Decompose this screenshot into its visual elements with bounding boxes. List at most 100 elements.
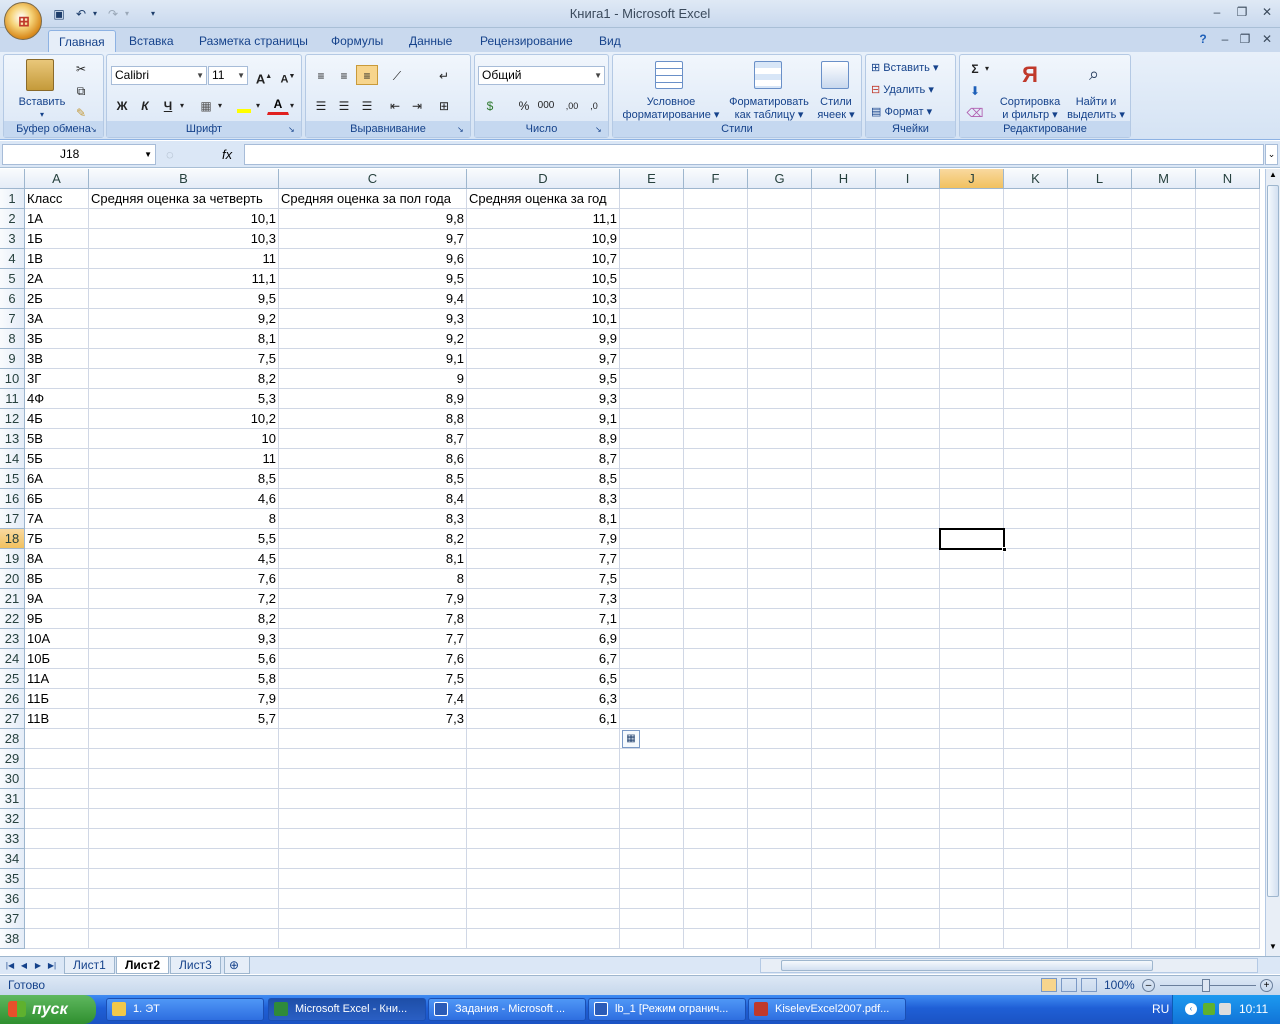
- cell[interactable]: [620, 489, 684, 509]
- row-header[interactable]: 2: [0, 209, 25, 229]
- class-cell[interactable]: 11А: [25, 669, 89, 689]
- cell[interactable]: [812, 629, 876, 649]
- cell[interactable]: [940, 569, 1004, 589]
- value-cell[interactable]: 9,5: [467, 369, 620, 389]
- cell[interactable]: [940, 769, 1004, 789]
- cell[interactable]: [812, 249, 876, 269]
- cell[interactable]: [620, 289, 684, 309]
- cell[interactable]: [620, 569, 684, 589]
- cell[interactable]: [876, 629, 940, 649]
- row-header[interactable]: 34: [0, 849, 25, 869]
- cell[interactable]: [1004, 469, 1068, 489]
- value-cell[interactable]: 8,4: [279, 489, 467, 509]
- restore-button[interactable]: ❐: [1231, 4, 1253, 22]
- comma-style-icon[interactable]: 000: [535, 95, 557, 115]
- row-header[interactable]: 8: [0, 329, 25, 349]
- cell-styles-button[interactable]: Стили ячеек ▾: [813, 96, 859, 122]
- cell[interactable]: [812, 889, 876, 909]
- value-cell[interactable]: 8,8: [279, 409, 467, 429]
- column-header[interactable]: E: [620, 169, 684, 189]
- value-cell[interactable]: 11,1: [467, 209, 620, 229]
- underline-dropdown-icon[interactable]: ▾: [177, 95, 187, 115]
- cell[interactable]: [279, 769, 467, 789]
- cell[interactable]: [1132, 889, 1196, 909]
- cell[interactable]: [467, 789, 620, 809]
- cell[interactable]: [940, 589, 1004, 609]
- cell[interactable]: [25, 729, 89, 749]
- value-cell[interactable]: 9,8: [279, 209, 467, 229]
- cell[interactable]: [940, 629, 1004, 649]
- name-box[interactable]: J18 ▼: [2, 144, 156, 165]
- cell[interactable]: [876, 469, 940, 489]
- cell[interactable]: [812, 709, 876, 729]
- value-cell[interactable]: 8,7: [467, 449, 620, 469]
- class-cell[interactable]: 1Б: [25, 229, 89, 249]
- copy-icon[interactable]: ⧉: [70, 80, 92, 100]
- cell[interactable]: [1068, 929, 1132, 949]
- cell[interactable]: [940, 649, 1004, 669]
- scroll-up-icon[interactable]: ▲: [1267, 170, 1279, 183]
- sheet-tab-2[interactable]: Лист2: [116, 957, 170, 974]
- cell[interactable]: [940, 329, 1004, 349]
- cell[interactable]: [1004, 629, 1068, 649]
- cell[interactable]: [1132, 189, 1196, 209]
- cell[interactable]: [25, 749, 89, 769]
- row-header[interactable]: 24: [0, 649, 25, 669]
- cell[interactable]: [1068, 709, 1132, 729]
- cell[interactable]: [876, 729, 940, 749]
- cell[interactable]: [940, 469, 1004, 489]
- bold-button[interactable]: Ж: [111, 95, 133, 115]
- value-cell[interactable]: 7,7: [467, 549, 620, 569]
- cell[interactable]: [620, 229, 684, 249]
- cell[interactable]: [876, 409, 940, 429]
- tab-review[interactable]: Рецензирование: [470, 30, 583, 52]
- class-cell[interactable]: 8А: [25, 549, 89, 569]
- class-cell[interactable]: 1А: [25, 209, 89, 229]
- class-cell[interactable]: 10А: [25, 629, 89, 649]
- cell[interactable]: [467, 909, 620, 929]
- cell[interactable]: [940, 849, 1004, 869]
- cell[interactable]: [1196, 729, 1260, 749]
- cell[interactable]: [1004, 689, 1068, 709]
- cell[interactable]: [1196, 889, 1260, 909]
- cell[interactable]: [1004, 609, 1068, 629]
- value-cell[interactable]: 9,7: [467, 349, 620, 369]
- value-cell[interactable]: 9,4: [279, 289, 467, 309]
- value-cell[interactable]: 7,5: [467, 569, 620, 589]
- cell[interactable]: [684, 269, 748, 289]
- row-header[interactable]: 25: [0, 669, 25, 689]
- cell[interactable]: [1068, 349, 1132, 369]
- cell[interactable]: [940, 189, 1004, 209]
- cell[interactable]: [1196, 569, 1260, 589]
- number-format-combo[interactable]: Общий ▼: [478, 66, 605, 85]
- value-cell[interactable]: 10,9: [467, 229, 620, 249]
- cell[interactable]: [748, 249, 812, 269]
- class-cell[interactable]: 3В: [25, 349, 89, 369]
- cell[interactable]: [812, 369, 876, 389]
- cell[interactable]: [1196, 649, 1260, 669]
- cell[interactable]: [1132, 829, 1196, 849]
- class-cell[interactable]: 3Г: [25, 369, 89, 389]
- cell[interactable]: [1068, 209, 1132, 229]
- cell[interactable]: [748, 649, 812, 669]
- cell[interactable]: [748, 589, 812, 609]
- cell[interactable]: [1196, 429, 1260, 449]
- cell[interactable]: [1196, 769, 1260, 789]
- cell[interactable]: [748, 429, 812, 449]
- cell[interactable]: [620, 649, 684, 669]
- cell[interactable]: [748, 729, 812, 749]
- cell[interactable]: [279, 829, 467, 849]
- cell[interactable]: [748, 289, 812, 309]
- cell[interactable]: [1004, 529, 1068, 549]
- value-cell[interactable]: 10,5: [467, 269, 620, 289]
- cell[interactable]: [876, 609, 940, 629]
- fill-handle[interactable]: [1002, 547, 1007, 552]
- cell[interactable]: [684, 789, 748, 809]
- tab-view[interactable]: Вид: [589, 30, 631, 52]
- value-cell[interactable]: 8,2: [89, 369, 279, 389]
- merge-center-icon[interactable]: ⊞: [433, 95, 455, 115]
- cell[interactable]: [467, 889, 620, 909]
- cell[interactable]: [748, 609, 812, 629]
- cell[interactable]: [1004, 889, 1068, 909]
- cell[interactable]: [620, 369, 684, 389]
